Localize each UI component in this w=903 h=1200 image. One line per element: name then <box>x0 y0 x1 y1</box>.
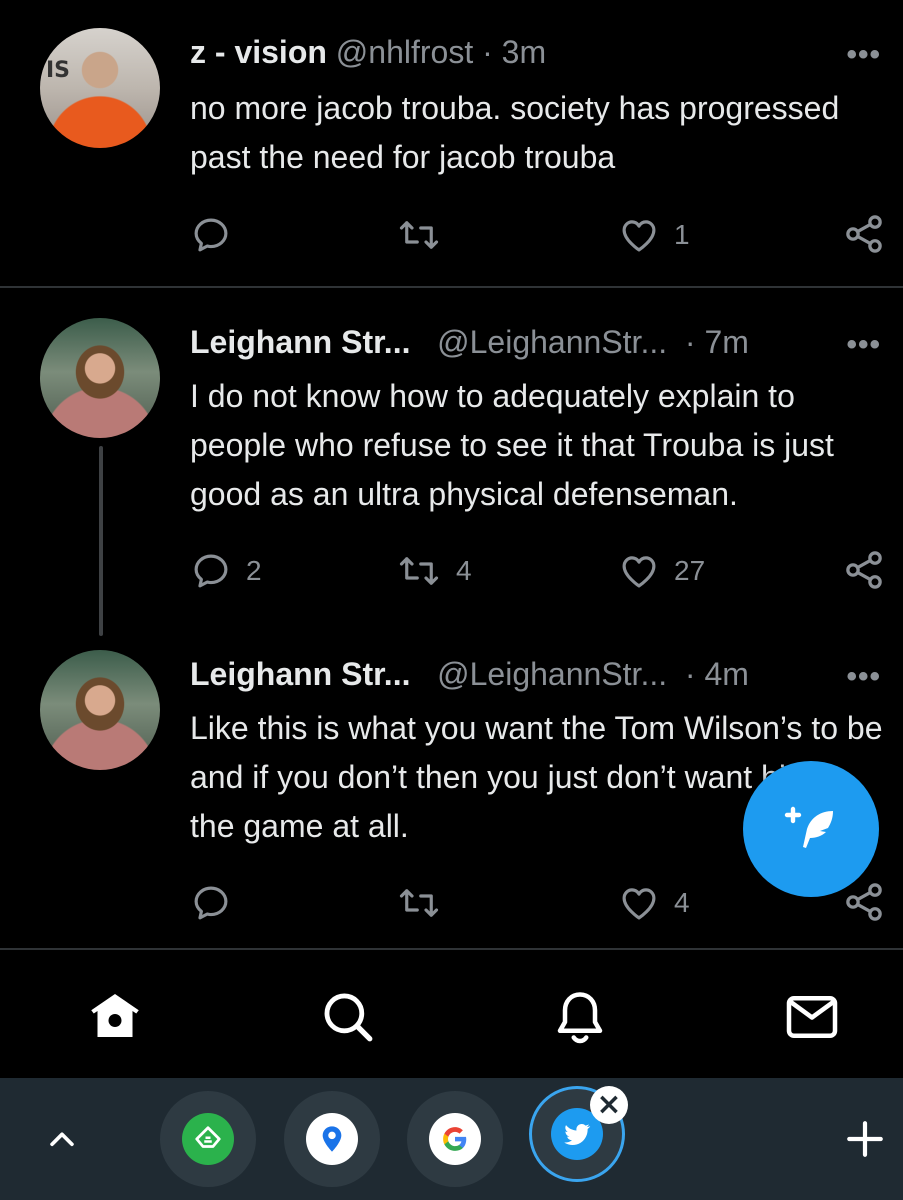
reply-button[interactable]: 2 <box>190 550 262 592</box>
share-button[interactable] <box>842 548 886 592</box>
more-options-button[interactable]: ••• <box>846 38 881 72</box>
tweet-divider <box>0 286 903 288</box>
display-name[interactable]: Leighann Str... <box>190 324 410 360</box>
display-name[interactable]: z - vision <box>190 34 327 70</box>
timestamp[interactable]: 3m <box>502 34 546 70</box>
more-options-button[interactable]: ••• <box>846 328 881 362</box>
retweet-button[interactable] <box>396 214 456 256</box>
chevron-up-icon <box>50 1132 74 1147</box>
like-icon <box>622 888 656 920</box>
nav-search[interactable] <box>316 985 380 1049</box>
retweet-count: 4 <box>456 555 472 586</box>
retweet-icon <box>399 889 439 917</box>
thread-connector-line <box>99 446 103 636</box>
close-icon: × <box>596 1087 622 1122</box>
like-icon <box>622 220 656 252</box>
home-icon <box>91 994 139 1037</box>
tweet-actions: 1 <box>0 208 903 258</box>
retweet-icon <box>399 221 439 249</box>
tweet-text: no more jacob trouba. society has progre… <box>190 90 840 175</box>
tweet-divider <box>0 948 903 950</box>
nav-notifications[interactable] <box>548 985 612 1049</box>
share-icon <box>846 551 882 589</box>
retweet-button[interactable] <box>396 882 456 924</box>
reply-count: 2 <box>246 555 262 586</box>
handle[interactable]: @LeighannStr... <box>437 656 667 692</box>
search-icon <box>324 993 373 1042</box>
reply-icon <box>194 886 228 920</box>
tray-app-google[interactable] <box>407 1091 503 1187</box>
like-button[interactable]: 27 <box>618 550 705 592</box>
like-icon <box>622 556 656 588</box>
reply-button[interactable] <box>190 214 246 256</box>
like-button[interactable]: 1 <box>618 214 690 256</box>
tweet-actions: 2 4 27 <box>0 546 903 596</box>
nav-home[interactable] <box>83 985 147 1049</box>
avatar[interactable] <box>40 650 160 770</box>
tweet-header: Leighann Str... @LeighannStr... · 7m <box>190 324 749 361</box>
share-button[interactable] <box>842 880 886 924</box>
compose-tweet-button[interactable] <box>743 761 879 897</box>
tweet-header: Leighann Str... @LeighannStr... · 4m <box>190 656 749 693</box>
timestamp[interactable]: 7m <box>704 324 748 360</box>
plus-icon <box>847 1121 883 1157</box>
reply-button[interactable] <box>190 882 246 924</box>
avatar-jersey-text: IS <box>46 58 71 83</box>
tray-app-maps[interactable] <box>284 1091 380 1187</box>
close-app-badge[interactable]: × <box>590 1086 628 1124</box>
retweet-button[interactable]: 4 <box>396 550 472 592</box>
avatar[interactable] <box>40 318 160 438</box>
display-name[interactable]: Leighann Str... <box>190 656 410 692</box>
handle[interactable]: @nhlfrost <box>336 34 473 70</box>
avatar[interactable]: IS <box>40 28 160 148</box>
like-count: 27 <box>674 555 706 586</box>
like-count: 1 <box>674 219 690 250</box>
tweet-actions: 4 <box>0 878 903 928</box>
timestamp[interactable]: 4m <box>704 656 748 692</box>
share-button[interactable] <box>842 212 886 256</box>
separator-dot: · <box>684 656 696 692</box>
tweet-text: I do not know how to adequately explain … <box>190 378 834 512</box>
feedly-icon <box>182 1113 234 1165</box>
like-button[interactable]: 4 <box>618 882 690 924</box>
compose-icon <box>784 806 833 848</box>
reply-icon <box>194 554 228 588</box>
separator-dot: · <box>684 324 696 360</box>
bottom-navigation <box>0 955 903 1077</box>
separator-dot: · <box>482 34 493 70</box>
like-count: 4 <box>674 887 690 918</box>
tweet-header: z - vision @nhlfrost · 3m <box>190 34 546 71</box>
app-tray: × <box>0 1078 903 1200</box>
reply-icon <box>194 218 228 252</box>
messages-icon <box>786 996 838 1038</box>
nav-messages[interactable] <box>780 985 844 1049</box>
map-pin-icon <box>306 1113 358 1165</box>
tray-app-feedly[interactable] <box>160 1091 256 1187</box>
tray-add-button[interactable] <box>838 1112 892 1166</box>
handle[interactable]: @LeighannStr... <box>437 324 667 360</box>
share-icon <box>846 883 882 921</box>
retweet-icon <box>399 557 439 585</box>
share-icon <box>846 215 882 253</box>
more-options-button[interactable]: ••• <box>846 660 881 694</box>
google-icon <box>429 1113 481 1165</box>
tray-collapse-button[interactable] <box>36 1114 88 1166</box>
notifications-icon <box>557 992 603 1044</box>
